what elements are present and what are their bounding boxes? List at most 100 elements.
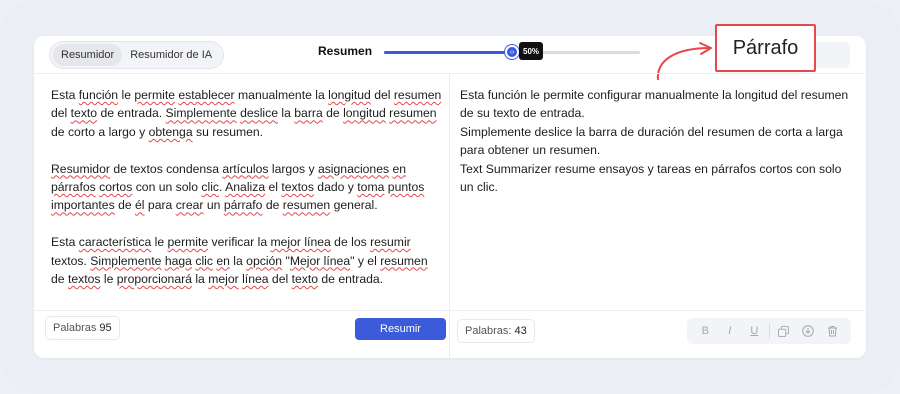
drag-arrows-icon: ‹› — [509, 48, 515, 56]
spellcheck-word: longitud — [328, 88, 371, 102]
output-word-count-label: Palabras: — [465, 325, 512, 337]
underline-icon[interactable]: U — [742, 320, 767, 342]
text-run: de los — [330, 235, 371, 250]
summarize-button[interactable]: Resumir — [355, 318, 446, 340]
text-run: " — [282, 253, 290, 268]
spellcheck-word: proporcionará — [116, 272, 192, 287]
spellcheck-word: resumen — [282, 198, 331, 213]
mode-toggle: Resumidor Resumidor de IA — [49, 41, 225, 69]
spellcheck-word: párrafos — [51, 180, 96, 195]
pane-divider — [449, 74, 450, 358]
spellcheck-word: textos — [67, 272, 101, 287]
spellcheck-word: clic — [195, 253, 213, 268]
spellcheck-word: textos — [281, 180, 314, 195]
text-run: el — [265, 180, 282, 195]
input-word-count-label: Palabras — [53, 322, 97, 334]
text-run: del — [268, 272, 292, 287]
output-footer-divider — [450, 310, 865, 311]
text-run: " y el — [350, 253, 381, 268]
header-divider — [35, 73, 865, 74]
output-word-count: Palabras: 43 — [457, 319, 535, 343]
output-word-count-value: 43 — [514, 325, 527, 337]
slider-fill — [384, 51, 512, 54]
spellcheck-word: mejor — [208, 272, 239, 287]
spellcheck-word: permite — [134, 88, 175, 102]
underline-glyph: U — [750, 325, 759, 337]
spellcheck-word: barra — [294, 106, 323, 121]
text-run: un — [203, 198, 224, 213]
callout-arrow-icon — [656, 42, 712, 81]
spellcheck-word: característica — [78, 235, 152, 250]
spellcheck-word: resumir — [370, 235, 411, 250]
text-run: con un solo — [132, 180, 202, 195]
text-run: de corto a largo y — [51, 124, 149, 139]
output-line: Text Summarizer resume ensayos y tareas … — [460, 161, 842, 195]
text-run: dado y — [313, 180, 358, 195]
input-paragraph: Esta función le permite establecer manua… — [51, 86, 443, 141]
text-run: su resumen. — [192, 124, 264, 139]
text-run: de — [262, 198, 283, 213]
output-toolbar: B I U — [687, 318, 851, 344]
spellcheck-word: mejor línea — [270, 235, 331, 250]
output-line: Esta función le permite configurar manua… — [460, 88, 849, 121]
text-run: de — [322, 106, 344, 121]
tab-summarizer[interactable]: Resumidor — [53, 44, 123, 66]
text-run: verificar la — [208, 235, 271, 250]
slider-handle[interactable]: ‹› — [505, 45, 519, 59]
spellcheck-word: haga — [164, 253, 192, 268]
text-run: manualmente la — [234, 88, 329, 102]
bold-icon[interactable]: B — [693, 320, 718, 342]
spellcheck-word: clic — [201, 180, 220, 195]
spellcheck-word: artículos — [222, 161, 269, 176]
spellcheck-word: texto — [70, 106, 98, 121]
spellcheck-word: resumen — [393, 88, 442, 102]
spellcheck-word: resumen — [380, 253, 428, 268]
copy-icon[interactable] — [771, 320, 796, 342]
spellcheck-word: Mejor línea — [289, 253, 351, 268]
input-text-area[interactable]: Esta función le permite establecer manua… — [51, 86, 443, 307]
spellcheck-word: puntos — [387, 180, 425, 195]
spellcheck-word: obtenga — [148, 124, 193, 139]
italic-icon[interactable]: I — [718, 320, 743, 342]
spellcheck-word: importantes — [51, 198, 115, 213]
spellcheck-word: resumen — [389, 106, 437, 121]
spellcheck-word: opción — [246, 253, 283, 268]
toolbar-separator — [768, 323, 770, 339]
text-run: del — [51, 106, 71, 121]
spellcheck-word: texto — [291, 272, 319, 287]
tab-ai-summarizer[interactable]: Resumidor de IA — [122, 44, 220, 66]
spellcheck-word: en — [392, 161, 407, 176]
spellcheck-word: longitud — [343, 106, 386, 121]
spellcheck-word: en — [216, 253, 230, 268]
text-run: general. — [330, 198, 378, 213]
spellcheck-word: él — [135, 198, 145, 213]
text-run: largos y — [268, 161, 318, 176]
text-run: de — [114, 198, 136, 213]
spellcheck-word: párrafo — [223, 198, 263, 213]
trash-icon[interactable] — [821, 320, 846, 342]
spellcheck-word: permite — [167, 235, 209, 250]
text-run: Esta — [51, 88, 79, 102]
spellcheck-word: deslice — [240, 106, 278, 121]
text-run: textos. — [51, 253, 91, 268]
paragraph-mode-callout: Párrafo — [715, 24, 816, 72]
spellcheck-word: Resumidor — [51, 161, 110, 176]
text-run: Esta — [51, 235, 79, 250]
spellcheck-word: asignaciones — [317, 161, 390, 176]
text-run: la — [278, 106, 295, 121]
summary-length-slider[interactable]: ‹› 50% — [384, 42, 640, 60]
text-run: de — [51, 272, 68, 287]
text-run: de entrada. — [97, 106, 166, 121]
spellcheck-word: crear — [175, 198, 204, 213]
summary-length-label: Resumen — [318, 44, 373, 58]
text-run: para — [144, 198, 176, 213]
download-icon[interactable] — [796, 320, 821, 342]
input-footer-divider — [35, 310, 449, 311]
text-run: del — [370, 88, 394, 102]
input-word-count-value: 95 — [99, 322, 112, 334]
text-run: de textos condensa — [109, 161, 223, 176]
spellcheck-word: establecer — [178, 88, 235, 102]
spellcheck-word: Simplemente — [90, 253, 162, 268]
text-run: le — [151, 235, 168, 250]
output-text-area: Esta función le permite configurar manua… — [460, 86, 852, 196]
